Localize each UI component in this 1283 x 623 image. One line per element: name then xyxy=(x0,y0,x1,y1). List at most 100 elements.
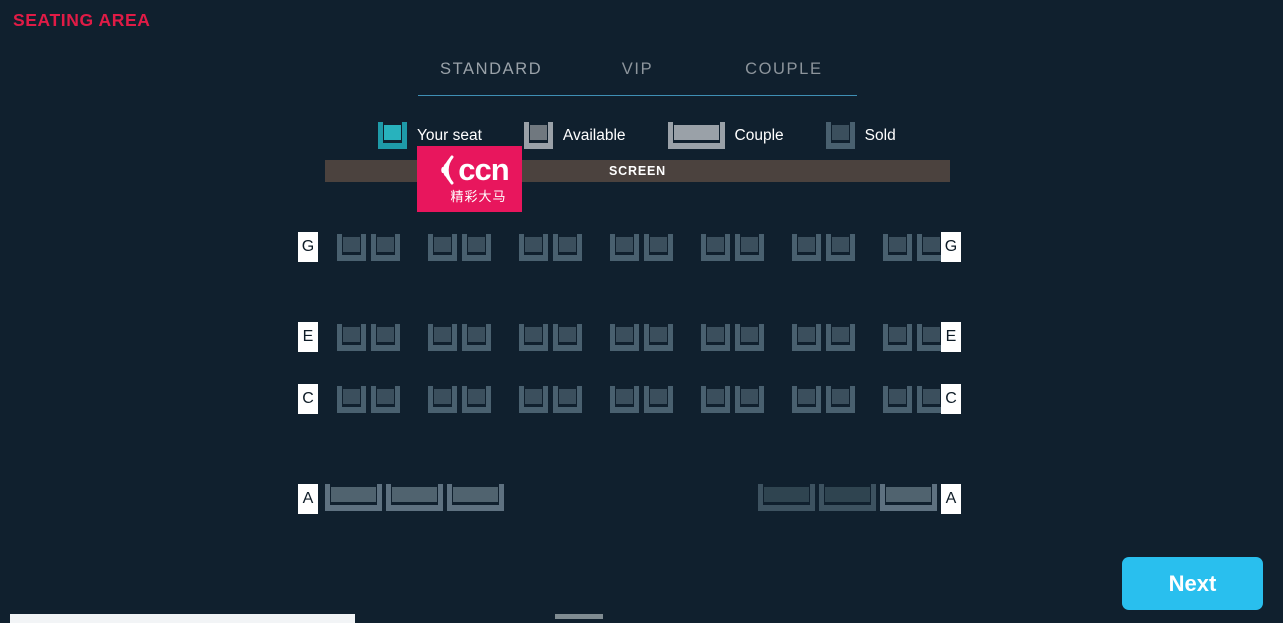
seat[interactable] xyxy=(735,323,764,351)
row-spacer xyxy=(0,266,1283,318)
sold-seat-icon xyxy=(825,122,855,149)
seat[interactable] xyxy=(553,323,582,351)
seat[interactable] xyxy=(610,323,639,351)
seat[interactable] xyxy=(428,233,457,261)
tab-couple[interactable]: COUPLE xyxy=(711,48,857,90)
screen-label: SCREEN xyxy=(609,164,666,178)
seat[interactable] xyxy=(610,233,639,261)
seat[interactable] xyxy=(371,323,400,351)
seat[interactable] xyxy=(826,323,855,351)
seat[interactable] xyxy=(883,385,912,413)
seat[interactable] xyxy=(428,385,457,413)
row-label-g-left: G xyxy=(298,232,318,262)
row-e-groups xyxy=(337,323,946,351)
seat-group xyxy=(883,323,946,351)
signal-arcs-icon xyxy=(441,155,454,185)
seat-group xyxy=(792,323,855,351)
seat[interactable] xyxy=(735,233,764,261)
page-title: SEATING AREA xyxy=(13,10,151,30)
couple-seat[interactable] xyxy=(880,484,937,511)
row-label-e-right: E xyxy=(941,322,961,352)
seat[interactable] xyxy=(735,385,764,413)
row-spacer xyxy=(0,418,1283,480)
row-a-left-group xyxy=(325,484,504,511)
seat[interactable] xyxy=(883,233,912,261)
seat[interactable] xyxy=(462,233,491,261)
seat[interactable] xyxy=(826,385,855,413)
legend-label-available: Available xyxy=(562,126,626,144)
logo-wordmark: ccn xyxy=(458,152,509,187)
page-progress-bar[interactable] xyxy=(10,614,355,623)
seat[interactable] xyxy=(701,323,730,351)
seat-group xyxy=(701,385,764,413)
seat[interactable] xyxy=(553,233,582,261)
available-seat-icon xyxy=(523,122,553,149)
couple-seat[interactable] xyxy=(758,484,815,511)
legend-item-your-seat: Your seat xyxy=(378,122,482,149)
seat[interactable] xyxy=(792,233,821,261)
seat[interactable] xyxy=(644,233,673,261)
seat-legend: Your seat Available Couple Sold xyxy=(378,122,896,149)
row-label-c-right: C xyxy=(941,384,961,414)
seat-group xyxy=(610,323,673,351)
seat[interactable] xyxy=(644,323,673,351)
seat-group xyxy=(610,233,673,261)
seat-row-c: C C xyxy=(0,380,1283,418)
row-c-groups xyxy=(337,385,946,413)
seat[interactable] xyxy=(519,323,548,351)
seat-group xyxy=(519,323,582,351)
couple-seat[interactable] xyxy=(819,484,876,511)
logo-subtext: 精彩大马 xyxy=(450,190,507,205)
seat[interactable] xyxy=(462,323,491,351)
seat[interactable] xyxy=(519,233,548,261)
legend-item-couple: Couple xyxy=(667,122,784,149)
seat[interactable] xyxy=(553,385,582,413)
row-g-groups xyxy=(337,233,946,261)
seat[interactable] xyxy=(883,323,912,351)
seat[interactable] xyxy=(701,385,730,413)
legend-label-couple: Couple xyxy=(734,126,784,144)
couple-seat[interactable] xyxy=(325,484,382,511)
seat-group xyxy=(792,385,855,413)
seat[interactable] xyxy=(792,385,821,413)
seat[interactable] xyxy=(371,385,400,413)
row-spacer xyxy=(0,356,1283,380)
tab-vip[interactable]: VIP xyxy=(564,48,710,90)
your-seat-icon xyxy=(378,122,407,149)
couple-seat[interactable] xyxy=(386,484,443,511)
seat[interactable] xyxy=(337,323,366,351)
horizontal-scrollbar-thumb[interactable] xyxy=(555,614,603,619)
next-button[interactable]: Next xyxy=(1122,557,1263,610)
seat[interactable] xyxy=(826,233,855,261)
seat[interactable] xyxy=(644,385,673,413)
row-a-right-group xyxy=(758,484,937,511)
seating-area-page: SEATING AREA STANDARD VIP COUPLE Your se… xyxy=(0,0,1283,623)
row-label-e-left: E xyxy=(298,322,318,352)
seat[interactable] xyxy=(337,385,366,413)
seat-group xyxy=(883,385,946,413)
seat[interactable] xyxy=(792,323,821,351)
couple-seat[interactable] xyxy=(447,484,504,511)
seat-group xyxy=(610,385,673,413)
tab-standard[interactable]: STANDARD xyxy=(418,48,564,90)
seat[interactable] xyxy=(428,323,457,351)
seat-row-g: G G xyxy=(0,228,1283,266)
seat-group xyxy=(428,385,491,413)
seat[interactable] xyxy=(371,233,400,261)
seat[interactable] xyxy=(701,233,730,261)
seat-group xyxy=(701,233,764,261)
seat-group xyxy=(519,233,582,261)
row-label-a-left: A xyxy=(298,484,318,514)
seat-group xyxy=(337,233,400,261)
row-label-c-left: C xyxy=(298,384,318,414)
legend-label-your-seat: Your seat xyxy=(417,126,482,144)
seat[interactable] xyxy=(610,385,639,413)
seat-group xyxy=(792,233,855,261)
legend-item-sold: Sold xyxy=(825,122,896,149)
seat[interactable] xyxy=(462,385,491,413)
seat-group xyxy=(428,233,491,261)
seat[interactable] xyxy=(337,233,366,261)
seat[interactable] xyxy=(519,385,548,413)
row-label-g-right: G xyxy=(941,232,961,262)
seat-group xyxy=(519,385,582,413)
